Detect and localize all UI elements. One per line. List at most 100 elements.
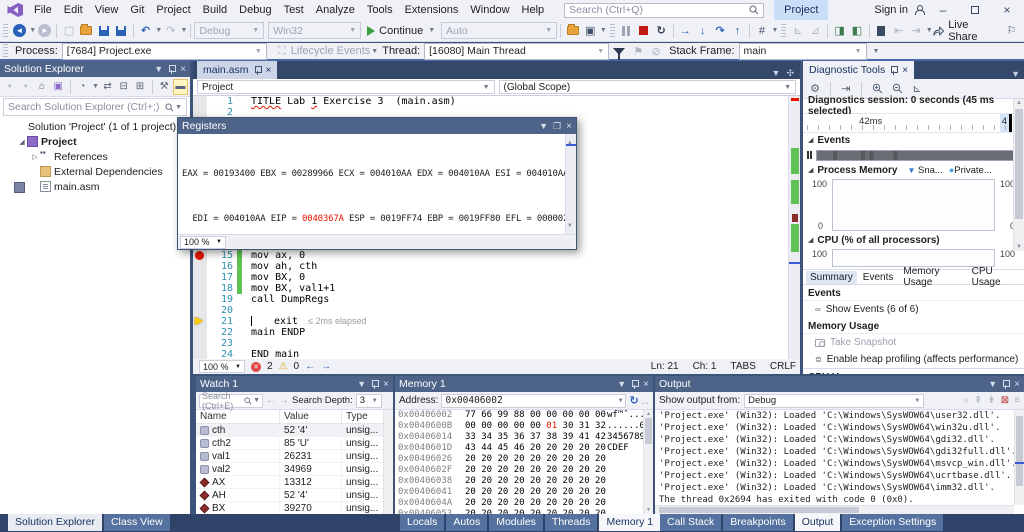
watch-value[interactable]: 26231 — [280, 450, 342, 462]
close-watch-icon[interactable]: × — [383, 379, 389, 390]
menu-debug[interactable]: Debug — [233, 2, 277, 18]
menu-file[interactable]: File — [28, 2, 58, 18]
goto-prev-message-icon[interactable]: ⇞ — [974, 395, 982, 406]
tree-item-external-dependencies[interactable]: External Dependencies — [0, 164, 190, 179]
code-line-15[interactable]: 15mov ax, 0 — [193, 250, 800, 261]
menu-analyze[interactable]: Analyze — [310, 2, 361, 18]
show-events-link[interactable]: ∞ Show Events (6 of 6) — [803, 301, 1024, 318]
break-all-button[interactable] — [618, 22, 635, 40]
diagnostics-timeline[interactable]: 42ms 4 — [803, 114, 1024, 133]
watch-name-cell[interactable]: val2 — [196, 463, 280, 475]
feedback-icon[interactable]: ⚐ — [1003, 22, 1020, 40]
pin-icon[interactable] — [168, 65, 175, 74]
window-position-dropdown-icon[interactable]: ▼ — [617, 379, 626, 389]
watch-scrollbar[interactable] — [383, 410, 393, 514]
close-tab-icon[interactable]: × — [902, 65, 908, 76]
bottom-tab-autos[interactable]: Autos — [446, 514, 487, 531]
breakpoint-gutter[interactable] — [193, 283, 207, 294]
live-share-button[interactable]: Live Share — [948, 19, 999, 43]
diag-tab-summary[interactable]: Summary — [806, 271, 857, 284]
registers-content[interactable]: EAX = 00193400 EBX = 00289966 ECX = 0040… — [178, 134, 576, 234]
code-text[interactable]: main ENDP — [242, 327, 305, 338]
menu-edit[interactable]: Edit — [58, 2, 89, 18]
step-backward-icon[interactable]: ◨ — [831, 22, 848, 40]
memory-scrollbar[interactable] — [643, 410, 653, 514]
code-line-23[interactable]: 23 — [193, 338, 800, 349]
breakpoint-gutter[interactable] — [193, 316, 207, 327]
step-out-button[interactable]: ↑ — [729, 22, 746, 40]
new-project-icon[interactable]: ▢ — [60, 22, 77, 40]
code-text[interactable]: mov ax, 0 — [242, 250, 305, 261]
tree-item-main-asm[interactable]: main.asm — [0, 179, 190, 194]
registers-window[interactable]: Registers ▼ ❐ × EAX = 00193400 EBX = 002… — [177, 117, 577, 250]
menu-test[interactable]: Test — [278, 2, 310, 18]
cpu-section-header[interactable]: ◢CPU (% of all processors) — [803, 233, 1024, 247]
pin-icon[interactable] — [371, 380, 378, 389]
watch-name-cell[interactable]: BX — [196, 502, 280, 514]
watch-row-bx[interactable]: BX39270unsig... — [196, 502, 393, 514]
code-line-18[interactable]: 18mov BX, val1+1 — [193, 283, 800, 294]
forward-icon[interactable]: ◦ — [18, 79, 33, 95]
watch-next-icon[interactable]: → — [279, 395, 289, 406]
registers-scrollbar[interactable] — [565, 134, 576, 234]
pin-tab-icon[interactable] — [254, 66, 261, 75]
bottom-tab-modules[interactable]: Modules — [489, 514, 543, 531]
registers-titlebar[interactable]: Registers ▼ ❐ × — [178, 118, 576, 134]
sign-in-button[interactable]: Sign in — [874, 4, 908, 16]
toolbar-overflow[interactable]: ▼ — [600, 27, 607, 34]
output-scrollbar[interactable] — [1014, 410, 1024, 505]
events-section-header[interactable]: ◢Events — [803, 133, 1024, 147]
undo-icon[interactable]: ↶ — [137, 22, 154, 40]
memory-titlebar[interactable]: Memory 1 ▼ × — [395, 376, 653, 392]
memory-row[interactable]: 0x0040600B00 00 00 00 00 01 30 31 32....… — [395, 421, 653, 432]
code-text[interactable]: END main — [242, 349, 299, 359]
parallel-watch-icon[interactable]: ⊿ — [807, 22, 824, 40]
bottom-tab-threads[interactable]: Threads — [545, 514, 598, 531]
home-icon[interactable]: ⌂ — [34, 79, 49, 95]
diag-tab-events[interactable]: Events — [859, 271, 898, 284]
minimize-button[interactable]: – — [930, 1, 956, 19]
watch-name-cell[interactable]: AH — [196, 489, 280, 501]
show-next-statement-icon[interactable]: → — [677, 22, 694, 40]
registers-hscrollbar[interactable] — [229, 238, 573, 247]
menu-view[interactable]: View — [89, 2, 125, 18]
save-all-icon[interactable] — [113, 22, 130, 40]
debug-toolbar-grip[interactable] — [610, 24, 615, 38]
solution-search-input[interactable]: Search Solution Explorer (Ctrl+;) ▼ — [3, 98, 187, 116]
bookmark-icon[interactable] — [873, 22, 890, 40]
window-position-dropdown-icon[interactable]: ▼ — [988, 379, 997, 389]
nav-forward-arrow[interactable]: → — [321, 361, 331, 372]
code-line-20[interactable]: 20 — [193, 305, 800, 316]
watch-name-cell[interactable]: val1 — [196, 450, 280, 462]
hex-display-icon[interactable]: # — [753, 22, 770, 40]
solution-platform-dropdown[interactable]: Win32▼ — [268, 22, 361, 39]
flag-thread-icon[interactable]: ⚑ — [629, 42, 647, 60]
memory-row[interactable]: 0x0040602620 20 20 20 20 20 20 20 20 — [395, 454, 653, 465]
breakpoint-gutter[interactable] — [193, 327, 207, 338]
prev-bookmark-icon[interactable]: ⇤ — [890, 22, 907, 40]
events-timeline-bar[interactable] — [816, 150, 1019, 161]
stack-frame-dropdown[interactable]: main▼ — [739, 43, 867, 60]
tree-item-solution-project-1-of-1-project-[interactable]: Solution 'Project' (1 of 1 project) — [0, 119, 190, 134]
switch-views-icon[interactable]: ▣ — [51, 79, 66, 95]
account-icon[interactable] — [914, 5, 924, 15]
preview-selected-icon[interactable]: ⚒ — [156, 79, 171, 95]
suspend-thread-icon[interactable]: ⊘ — [647, 42, 665, 60]
pin-icon[interactable] — [1002, 380, 1009, 389]
column-name[interactable]: Name — [196, 410, 280, 423]
preview-icon[interactable]: ▣ — [582, 22, 599, 40]
menu-extensions[interactable]: Extensions — [399, 2, 465, 18]
bottom-tab-breakpoints[interactable]: Breakpoints — [723, 514, 792, 531]
output-source-dropdown[interactable]: Debug ▼ — [744, 394, 924, 408]
code-line-22[interactable]: 22main ENDP — [193, 327, 800, 338]
breakpoint-gutter[interactable] — [193, 96, 207, 107]
global-search[interactable]: Search (Ctrl+Q) — [564, 3, 764, 18]
process-memory-header[interactable]: ◢Process Memory ▼ Sna... ●Private... — [803, 163, 1024, 177]
solution-config-dropdown[interactable]: Debug▼ — [194, 22, 264, 39]
code-text[interactable] — [242, 338, 251, 349]
navigate-back-dropdown[interactable]: ▼ — [29, 27, 36, 34]
menu-build[interactable]: Build — [197, 2, 233, 18]
bottom-tab-locals[interactable]: Locals — [400, 514, 444, 531]
take-snapshot-button[interactable]: Take Snapshot — [803, 334, 1024, 351]
watch-row-val1[interactable]: val126231unsig... — [196, 450, 393, 463]
